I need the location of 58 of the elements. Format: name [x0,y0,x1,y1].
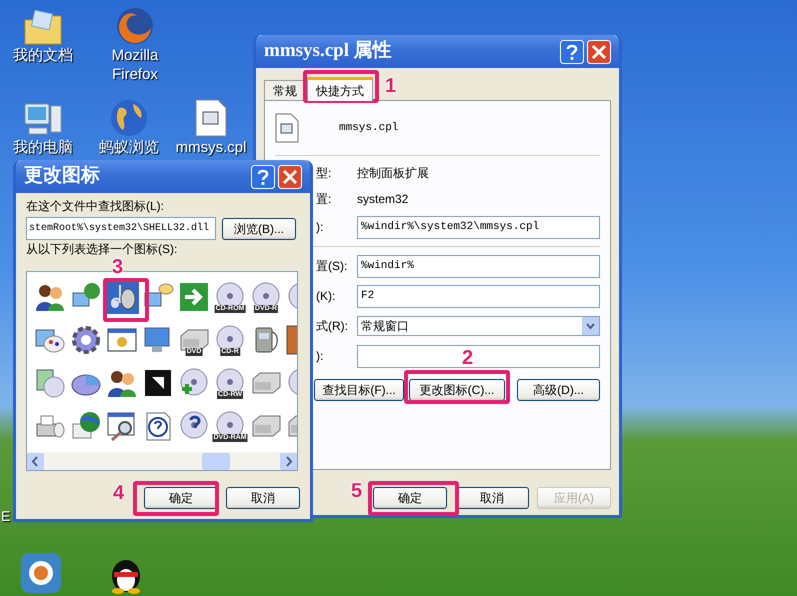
step-number: 5 [351,481,362,501]
browse-button[interactable]: 浏览(B)... [222,218,296,240]
file-icon[interactable] [194,98,228,138]
globe-fox-icon[interactable] [115,6,155,46]
dialog-button[interactable]: 确定 [144,487,218,509]
dialog-button[interactable]: 确定 [373,487,447,509]
scroll-thumb[interactable] [202,452,230,470]
input-field[interactable]: stemRoot%\system32\SHELL32.dll [26,217,216,240]
input-field[interactable]: %windir% [357,254,600,278]
field-label: ): [316,220,324,234]
close-icon[interactable] [278,164,302,188]
chevron-down-icon [582,317,599,335]
field-label: 置(S): [316,259,348,273]
action-button[interactable]: 高级(D)... [517,379,600,401]
file-icon [275,113,299,143]
dialog-button[interactable]: 取消 [226,487,300,509]
globe-icon[interactable] [109,98,149,138]
folder-icon[interactable] [23,10,63,46]
step-number: 1 [385,76,396,96]
step-number: 2 [462,348,474,368]
input-field[interactable] [357,344,600,368]
action-button[interactable]: 更改图标(C)... [409,379,505,401]
tab[interactable]: 常规 [264,80,306,100]
install-icon [34,367,66,399]
desktop-icon-label[interactable]: Mozilla Firefox [92,46,178,84]
field-label: 在这个文件中查找图标(L): [26,199,165,214]
field-label: (K): [316,289,336,303]
scrollbar[interactable] [27,452,297,470]
gear-icon [70,324,102,356]
window-title: 更改图标 [24,164,100,188]
dropdown[interactable]: 常规窗口 [357,316,600,336]
help-icon[interactable] [251,164,275,188]
tab[interactable]: 快捷方式 [307,77,373,101]
desktop-icon-label[interactable]: 我的电脑 [0,138,86,157]
field-label: 式(R): [316,319,348,333]
chevron-left-icon[interactable] [27,452,44,470]
field-value: system32 [357,191,408,208]
input-field[interactable]: %windir%\system32\mmsys.cpl [357,216,600,238]
field-label: 型: [316,166,332,180]
desktop-icon-label[interactable]: E [1,507,10,525]
step-number: 4 [113,483,124,503]
field-label: ): [316,349,324,363]
field-value: 控制面板扩展 [357,165,429,182]
input-field[interactable]: F2 [357,284,600,308]
help-icon[interactable] [560,40,584,64]
media-player-icon[interactable] [20,552,62,594]
chevron-right-icon[interactable] [280,452,297,470]
window-title: mmsys.cpl 属性 [264,39,392,64]
action-button[interactable]: 查找目标(F)... [314,379,404,401]
frame-icon [142,367,174,399]
desktop-icon-label[interactable]: 我的文档 [0,46,86,65]
highlight-frame [103,278,149,322]
field-label: 置: [316,192,332,206]
close-icon[interactable] [587,40,611,64]
field-label: 从以下列表选择一个图标(S): [26,242,178,257]
step-number: 3 [112,257,124,277]
file-name: mmsys.cpl [339,120,398,136]
icon-option[interactable] [69,323,103,357]
